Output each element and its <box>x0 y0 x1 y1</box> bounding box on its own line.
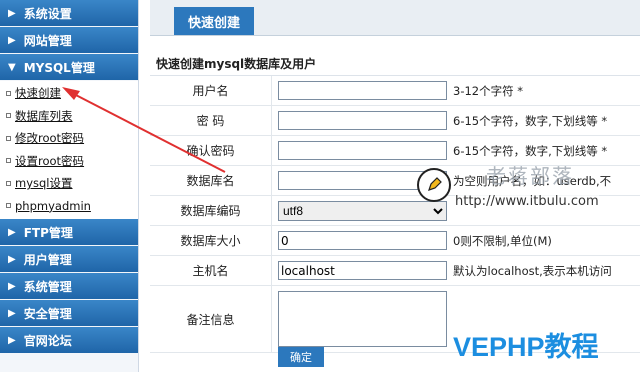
bullet-icon <box>6 90 11 96</box>
sidebar-item-db-list[interactable]: 数据库列表 <box>0 105 138 128</box>
form-row-username: 用户名 3-12个字符 * <box>150 76 640 106</box>
watermark-blog-url: http://www.itbulu.com <box>455 194 599 209</box>
tab-quick-create[interactable]: 快速创建 <box>174 7 255 35</box>
sidebar-section-label: 系统管理 <box>23 279 72 294</box>
watermark-site: VEPHP教程 <box>453 332 599 362</box>
sidebar-item-label[interactable]: phpmyadmin <box>15 199 91 213</box>
sidebar-item-mysql-settings[interactable]: mysql设置 <box>0 172 138 195</box>
sidebar-section-system-manage[interactable]: ▶ 系统管理 <box>0 273 138 299</box>
confirm-password-input[interactable] <box>278 141 447 160</box>
sidebar-section-security[interactable]: ▶ 安全管理 <box>0 300 138 326</box>
bullet-icon <box>6 113 11 119</box>
field-label: 数据库大小 <box>150 226 272 255</box>
dbsize-input[interactable] <box>278 231 447 250</box>
triangle-right-icon: ▶ <box>8 307 16 319</box>
form-row-hostname: 主机名 默认为localhost,表示本机访问 <box>150 256 640 286</box>
sidebar-section-label: 安全管理 <box>23 306 72 321</box>
sidebar-section-label: FTP管理 <box>23 225 73 240</box>
triangle-right-icon: ▶ <box>8 334 16 346</box>
triangle-right-icon: ▶ <box>8 226 16 238</box>
username-input[interactable] <box>278 81 447 100</box>
triangle-right-icon: ▶ <box>8 253 16 265</box>
sidebar-section-label: MYSQL管理 <box>23 60 95 75</box>
field-hint: 默认为localhost,表示本机访问 <box>453 263 612 278</box>
watermark-blog-name: 老蒋部落 <box>486 164 574 188</box>
sidebar-section-users[interactable]: ▶ 用户管理 <box>0 246 138 272</box>
sidebar-item-label[interactable]: 修改root密码 <box>15 130 84 146</box>
bullet-icon <box>6 203 11 209</box>
password-input[interactable] <box>278 111 447 130</box>
triangle-right-icon: ▶ <box>8 7 16 19</box>
field-hint: 6-15个字符，数字,下划线等 * <box>453 113 608 128</box>
field-hint: 6-15个字符，数字,下划线等 * <box>453 143 608 158</box>
field-label: 用户名 <box>150 76 272 105</box>
sidebar-section-label: 官网论坛 <box>23 333 72 348</box>
tab-bar: 快速创建 <box>150 0 640 36</box>
form-row-dbsize: 数据库大小 0则不限制,单位(M) <box>150 226 640 256</box>
sidebar-section-label: 用户管理 <box>23 252 72 267</box>
sidebar-section-system-settings[interactable]: ▶ 系统设置 <box>0 0 138 26</box>
notes-textarea[interactable] <box>278 291 447 347</box>
field-hint: 3-12个字符 * <box>453 83 524 98</box>
bullet-icon <box>6 158 11 164</box>
triangle-down-icon: ▼ <box>8 61 16 73</box>
field-label: 数据库编码 <box>150 196 272 225</box>
field-label: 确认密码 <box>150 136 272 165</box>
field-hint: 0则不限制,单位(M) <box>453 233 552 248</box>
field-label: 密 码 <box>150 106 272 135</box>
form-title: 快速创建mysql数据库及用户 <box>156 57 317 71</box>
sidebar-section-label: 网站管理 <box>23 33 72 48</box>
sidebar-section-mysql[interactable]: ▼ MYSQL管理 <box>0 54 138 80</box>
hostname-input[interactable] <box>278 261 447 280</box>
field-label: 主机名 <box>150 256 272 285</box>
sidebar-section-ftp[interactable]: ▶ FTP管理 <box>0 219 138 245</box>
sidebar-item-label[interactable]: mysql设置 <box>15 175 73 191</box>
bullet-icon <box>6 180 11 186</box>
pencil-icon <box>417 168 451 202</box>
field-label: 数据库名 <box>150 166 272 195</box>
sidebar-item-label[interactable]: 设置root密码 <box>15 153 84 169</box>
sidebar-section-label: 系统设置 <box>23 6 72 21</box>
encoding-select[interactable]: utf8 <box>278 200 447 221</box>
sidebar-item-phpmyadmin[interactable]: phpmyadmin <box>0 195 138 218</box>
sidebar-item-set-root[interactable]: 设置root密码 <box>0 150 138 173</box>
sidebar-section-site-manage[interactable]: ▶ 网站管理 <box>0 27 138 53</box>
sidebar-item-label[interactable]: 快速创建 <box>15 85 61 101</box>
sidebar-section-forum[interactable]: ▶ 官网论坛 <box>0 327 138 353</box>
mysql-submenu: 快速创建 数据库列表 修改root密码 设置root密码 mysql设置 php… <box>0 81 138 219</box>
form-row-password: 密 码 6-15个字符，数字,下划线等 * <box>150 106 640 136</box>
triangle-right-icon: ▶ <box>8 280 16 292</box>
field-label: 备注信息 <box>150 286 272 352</box>
submit-button[interactable]: 确定 <box>278 347 324 367</box>
triangle-right-icon: ▶ <box>8 34 16 46</box>
sidebar-item-quick-create[interactable]: 快速创建 <box>0 82 138 105</box>
sidebar-item-label[interactable]: 数据库列表 <box>15 108 73 124</box>
bullet-icon <box>6 135 11 141</box>
sidebar: ▶ 系统设置 ▶ 网站管理 ▼ MYSQL管理 快速创建 数据库列表 修改root密码… <box>0 0 139 372</box>
create-db-form: 用户名 3-12个字符 * 密 码 6-15个字符，数字,下划线等 * 确认密码… <box>150 75 640 353</box>
sidebar-item-change-root[interactable]: 修改root密码 <box>0 127 138 150</box>
